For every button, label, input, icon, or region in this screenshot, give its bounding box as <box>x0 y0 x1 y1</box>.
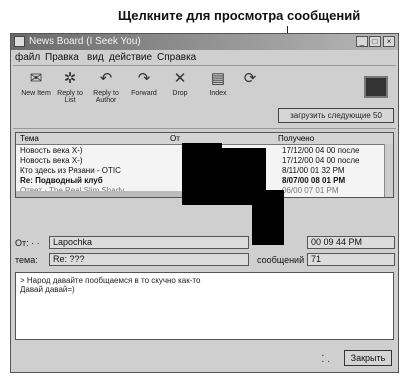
minimize-button[interactable]: _ <box>356 36 368 47</box>
close-window-button[interactable]: × <box>383 36 395 47</box>
menu-file[interactable]: файл <box>15 52 40 63</box>
tool-label: New Item <box>21 90 51 97</box>
table-row[interactable]: Новость века X-) 17/12/00 04 00 после <box>20 146 360 155</box>
menu-action[interactable]: действие <box>109 52 152 63</box>
window-title: News Board (I Seek You) <box>29 36 141 47</box>
row-received: 8/11/00 01 32 PM <box>282 166 345 175</box>
subject-field: Re: ??? <box>49 253 249 266</box>
close-button[interactable]: Закрыть <box>344 350 392 366</box>
row-subject: Кто здесь из Рязани - OTIC <box>20 166 121 175</box>
overlay-shape <box>252 190 284 245</box>
tool-label: Drop <box>172 90 188 97</box>
row-subject: Новость века X-) <box>20 146 83 155</box>
callout-text: Щелкните для просмотра сообщений <box>118 8 360 23</box>
subject-label: тема: <box>15 255 38 265</box>
delete-icon: ✕ <box>173 70 187 87</box>
message-body[interactable]: > Народ давайте пообщаемся в то скучно к… <box>15 272 394 340</box>
reply-author-icon: ↶ <box>99 70 113 87</box>
table-row[interactable]: Кто здесь из Рязани - OTIC 8/11/00 01 32… <box>20 166 345 175</box>
reply-list-icon: ✲ <box>63 70 77 87</box>
toolbar: ✉ New Item ✲ Reply to List ↶ Reply to Au… <box>13 65 396 129</box>
body-line: Давай давай=) <box>20 285 75 294</box>
menu-bar: файл Правка вид действие Справка <box>11 51 398 64</box>
toolbar-reply-author[interactable]: ↶ Reply to Author <box>89 70 123 104</box>
body-line: > Народ давайте пообщаемся в то скучно к… <box>20 276 201 285</box>
envelope-icon: ✉ <box>29 70 43 87</box>
side-panel-icon[interactable] <box>364 76 388 98</box>
toolbar-forward[interactable]: ↷ Forward <box>127 70 161 104</box>
row-subject: Re: Подводный клуб <box>20 176 103 185</box>
title-bar: News Board (I Seek You) _ □ × <box>11 34 398 50</box>
load-next-button[interactable]: загрузить следующие 50 <box>278 108 394 123</box>
column-subject[interactable]: Тема <box>20 134 39 143</box>
table-row[interactable]: Re: Подводный клуб 8/07/00 08 01 PM <box>20 176 345 185</box>
row-received: 8/07/00 08 01 PM <box>282 176 346 185</box>
toolbar-reply-list[interactable]: ✲ Reply to List <box>53 70 87 104</box>
toolbar-index[interactable]: ▤ Index <box>201 70 235 104</box>
table-row[interactable]: Новость века X-) 17/12/00 04 00 после <box>20 156 360 165</box>
row-received: 06/00 07 01 PM <box>282 186 339 195</box>
column-received[interactable]: Получено <box>278 134 314 143</box>
column-from[interactable]: От <box>170 134 180 143</box>
callout-bold: Щелкните <box>118 8 183 23</box>
toolbar-new-item[interactable]: ✉ New Item <box>19 70 53 104</box>
from-field: Lapochka <box>49 236 249 249</box>
messages-field: 71 <box>307 253 395 266</box>
messages-label: сообщений <box>257 255 305 265</box>
toolbar-refresh[interactable]: ⟳ <box>233 70 267 104</box>
tool-label: Forward <box>131 90 157 97</box>
tool-label: Reply to Author <box>93 90 119 104</box>
callout-rest: для просмотра сообщений <box>182 8 361 23</box>
toolbar-drop[interactable]: ✕ Drop <box>163 70 197 104</box>
forward-icon: ↷ <box>137 70 151 87</box>
index-icon: ▤ <box>210 70 226 87</box>
menu-edit[interactable]: Правка <box>45 52 79 63</box>
resize-grip-icon[interactable]: ⁚ . <box>321 354 330 365</box>
maximize-button[interactable]: □ <box>369 36 381 47</box>
date-field: 00 09 44 PM <box>307 236 395 249</box>
list-vertical-scrollbar[interactable] <box>384 144 393 197</box>
menu-help[interactable]: Справка <box>157 52 196 63</box>
tool-label: Reply to List <box>57 90 83 104</box>
app-icon <box>14 36 25 47</box>
overlay-shape <box>182 143 222 205</box>
tool-label: Index <box>209 90 227 97</box>
menu-view[interactable]: вид <box>87 52 104 63</box>
refresh-icon: ⟳ <box>243 70 257 87</box>
row-subject: Новость века X-) <box>20 156 83 165</box>
from-label: От: · · <box>15 238 40 248</box>
row-received: 17/12/00 04 00 после <box>282 146 360 155</box>
row-received: 17/12/00 04 00 после <box>282 156 360 165</box>
